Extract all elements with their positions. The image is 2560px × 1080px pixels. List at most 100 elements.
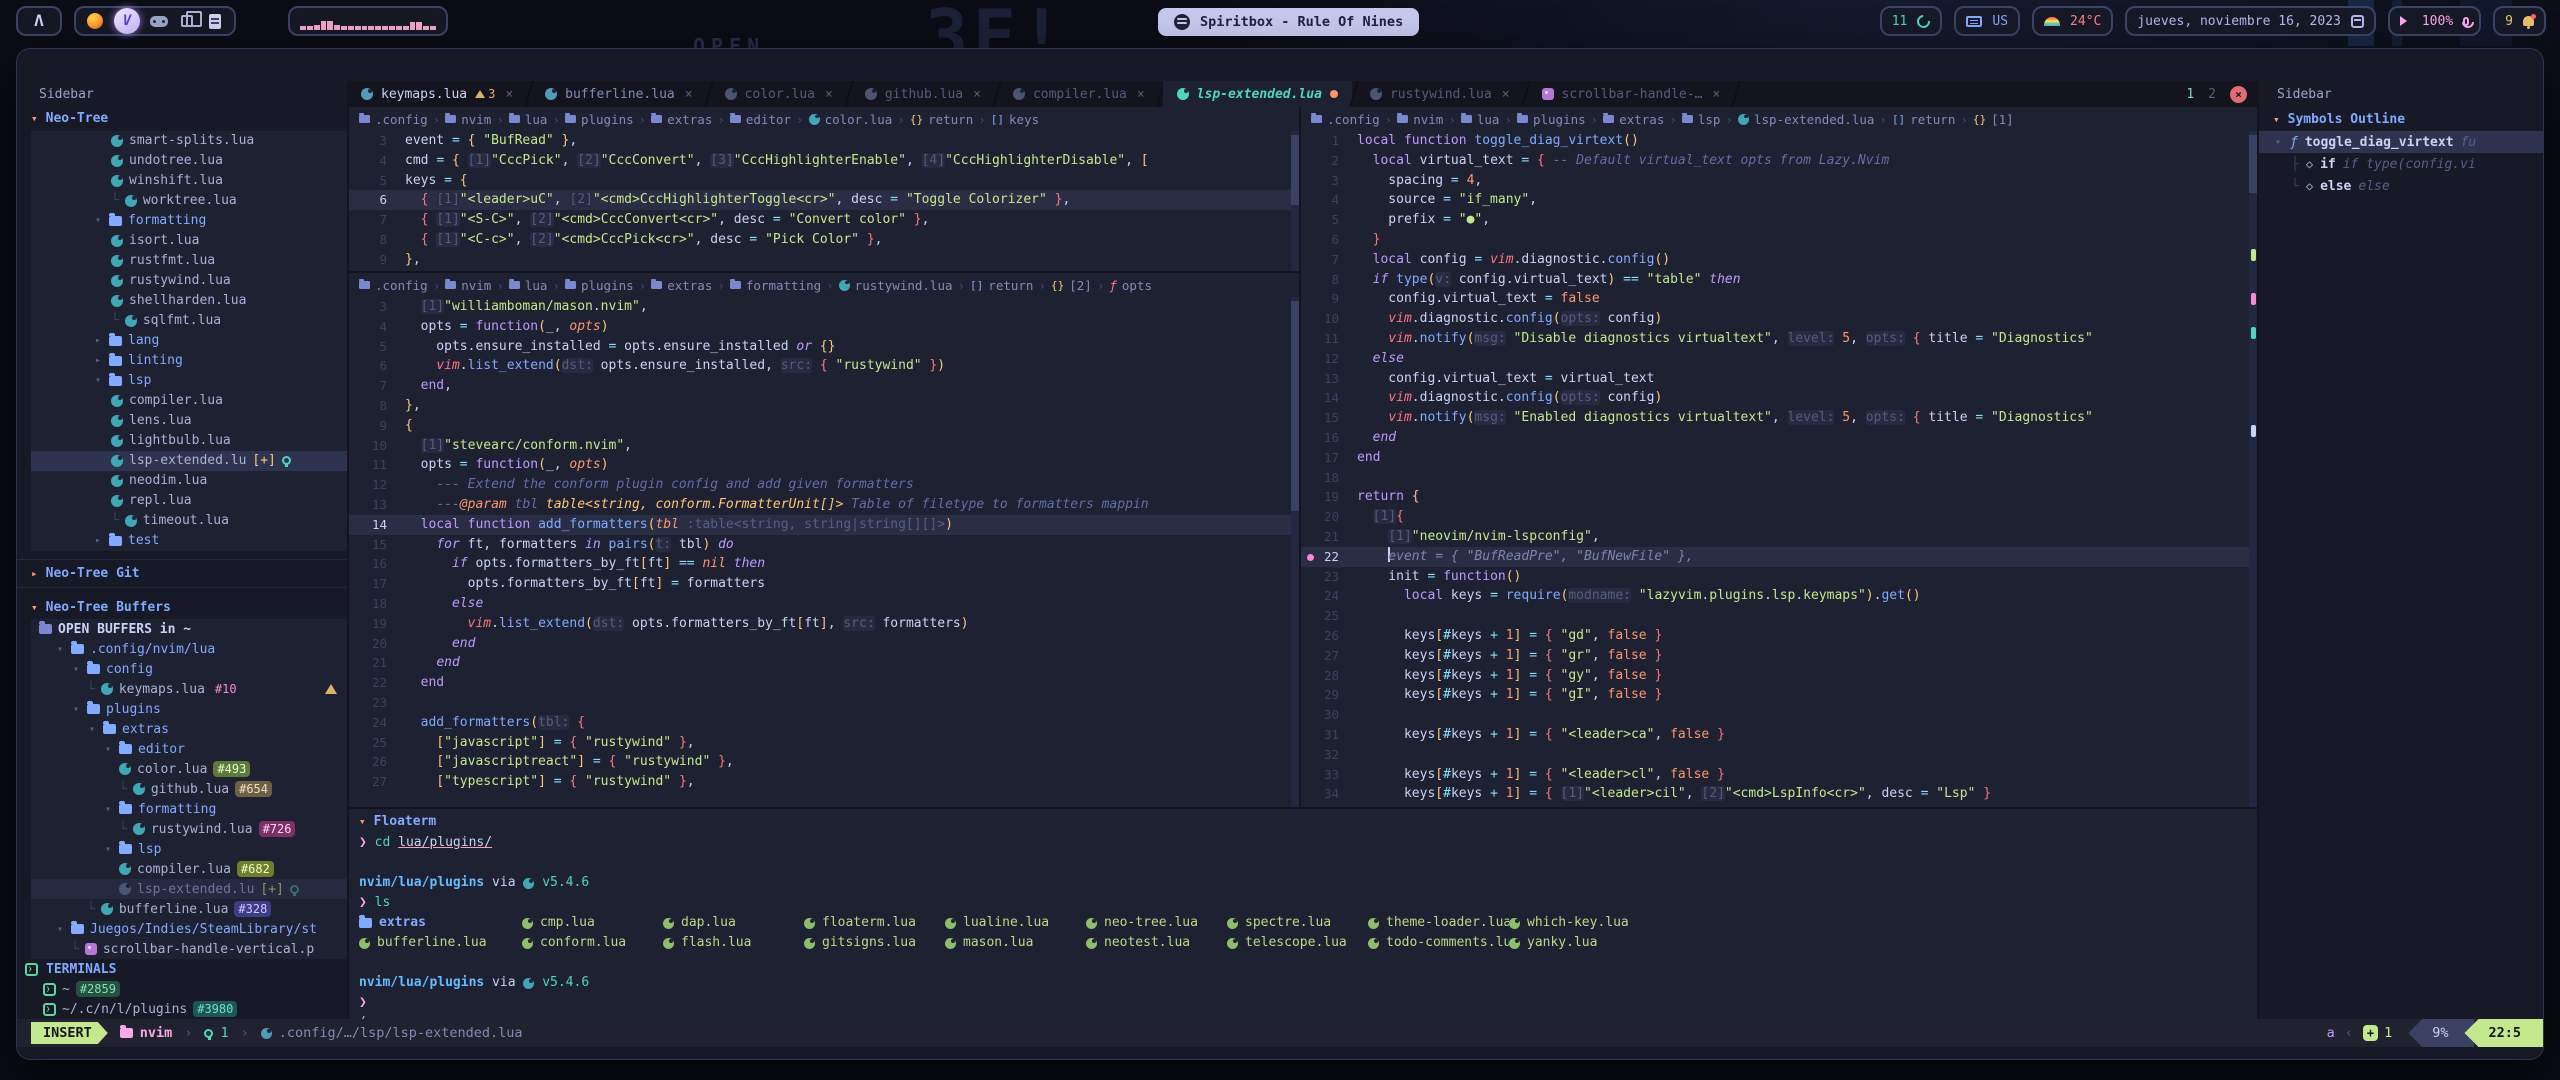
code-line[interactable]: 29 keys[#keys + 1] = { "gI", false } [1301,685,2257,705]
breadcrumb-item[interactable]: lua [509,112,548,127]
tree-item-isort-lua[interactable]: isort.lua [31,231,347,251]
code-line[interactable]: 6 } [1301,230,2257,250]
tree-item-sqlfmt-lua[interactable]: └sqlfmt.lua [31,311,347,331]
code-line[interactable]: 7 { [1]"<S-C>", [2]"<cmd>CccConvert<cr>"… [349,210,1299,230]
code-line[interactable]: 6 { [1]"<leader>uC", [2]"<cmd>CccHighlig… [349,190,1299,210]
terminals-header[interactable]: ❯ TERMINALS [17,959,347,979]
breadcrumb-item[interactable]: formatting [730,278,821,293]
firefox-icon[interactable] [86,12,104,30]
code-line[interactable]: 32 [1301,745,2257,765]
tree-item-plugins[interactable]: ▾plugins [31,699,347,719]
tree-item-rustywind-lua[interactable]: └rustywind.lua#726 [31,819,347,839]
tree-item-juegos-indies-steamlibrary-st[interactable]: ▾Juegos/Indies/SteamLibrary/st [31,919,347,939]
code-line[interactable]: 34 keys[#keys + 1] = { [1]"<leader>cil",… [1301,784,2257,804]
code-line[interactable]: 23 [349,693,1299,713]
tabpage-1[interactable]: 1 [2186,87,2194,102]
scrollbar-handle[interactable] [2249,135,2257,193]
tree-item-editor[interactable]: ▾editor [31,739,347,759]
breadcrumb-item[interactable]: plugins [565,278,634,293]
tree-item-winshift-lua[interactable]: winshift.lua [31,171,347,191]
code-line[interactable]: 19return { [1301,487,2257,507]
tab-lsp-extended-lua[interactable]: lsp-extended.lua [1163,81,1352,107]
breadcrumb-item[interactable]: extras [1603,112,1664,127]
close-all-button[interactable]: × [2230,86,2247,103]
tree-item-repl-lua[interactable]: repl.lua [31,491,347,511]
code-line[interactable]: 27 ["typescript"] = { "rustywind" }, [349,772,1299,792]
code-line[interactable]: 20 end [349,634,1299,654]
code-line[interactable]: 20 [1]{ [1301,507,2257,527]
tab-bufferline-lua[interactable]: bufferline.lua× [531,81,706,107]
breadcrumb-item[interactable]: .config [1311,112,1380,127]
tree-item-linting[interactable]: ▸linting [31,351,347,371]
code-line[interactable]: 11 vim.notify(msg: "Disable diagnostics … [1301,329,2257,349]
code-line[interactable]: 24 local keys = require(modname: "lazyvi… [1301,586,2257,606]
files-icon[interactable] [206,12,224,30]
breadcrumb-item[interactable]: nvim [445,278,491,293]
tree-item-lsp-extended-lu[interactable]: lsp-extended.lu[+] [31,451,347,471]
scrollbar-track[interactable] [1291,131,1299,271]
code-line[interactable]: 4 opts = function(_, opts) [349,317,1299,337]
code-line[interactable]: 31 keys[#keys + 1] = { "<leader>ca", fal… [1301,725,2257,745]
tree-item-scrollbar-handle-vertical-p[interactable]: └scrollbar-handle-vertical.p [31,939,347,959]
code-line[interactable]: 23 init = function() [1301,567,2257,587]
code-line[interactable]: 12 --- Extend the conform plugin config … [349,475,1299,495]
breadcrumb-item[interactable]: lua [1461,112,1500,127]
tree-item-config[interactable]: ▾config [31,659,347,679]
gamepad-icon[interactable] [150,12,168,30]
tab-close-button[interactable]: × [1710,87,1720,102]
code-line[interactable]: 21 [1]"neovim/nvim-lspconfig", [1301,527,2257,547]
code-line[interactable]: 28 keys[#keys + 1] = { "gy", false } [1301,666,2257,686]
code-line[interactable]: 5 prefix = "●", [1301,210,2257,230]
code-line[interactable]: 33 keys[#keys + 1] = { "<leader>cl", fal… [1301,765,2257,785]
code-line[interactable]: 9}, [349,250,1299,270]
code-line[interactable]: 5keys = { [349,171,1299,191]
scrollbar-track[interactable] [1291,297,1299,807]
terminal-entry[interactable]: ❯~#2859 [17,979,347,999]
code-line[interactable]: 13 ---@param tbl table<string, conform.F… [349,495,1299,515]
breadcrumb-item[interactable]: rustywind.lua [839,278,953,293]
code-line[interactable]: 22 end [349,673,1299,693]
code-line[interactable]: 18 else [349,594,1299,614]
breadcrumb-item[interactable]: []return [970,278,1033,293]
code-line[interactable]: 21 end [349,653,1299,673]
tree-item-neodim-lua[interactable]: neodim.lua [31,471,347,491]
neo-tree-buffers-header[interactable]: ▾ Neo-Tree Buffers [17,596,347,620]
breadcrumb-item[interactable]: {}[1] [1973,112,2014,127]
breadcrumb-item[interactable]: plugins [565,112,634,127]
notifications-widget[interactable]: 9 [2493,6,2546,36]
code-line[interactable]: 17 opts.formatters_by_ft[ft] = formatter… [349,574,1299,594]
tree-item-lsp-extended-lu[interactable]: lsp-extended.lu[+] [31,879,347,899]
breadcrumb-item[interactable]: lsp-extended.lua [1738,112,1874,127]
code-line[interactable]: 27 keys[#keys + 1] = { "gr", false } [1301,646,2257,666]
code-line[interactable]: 12 else [1301,349,2257,369]
tab-scrollbar-handle-[interactable]: scrollbar-handle-…× [1528,81,1735,107]
code-line[interactable]: 26 ["javascriptreact"] = { "rustywind" }… [349,752,1299,772]
tree-item-rustfmt-lua[interactable]: rustfmt.lua [31,251,347,271]
breadcrumb-item[interactable]: .config [359,278,428,293]
tab-close-button[interactable]: × [1135,87,1145,102]
tree-item-compiler-lua[interactable]: compiler.lua [31,391,347,411]
breadcrumb-item[interactable]: []keys [991,112,1039,127]
code-line[interactable]: 11 opts = function(_, opts) [349,455,1299,475]
code-line[interactable]: 15 for ft, formatters in pairs(t: tbl) d… [349,535,1299,555]
tree-item-lightbulb-lua[interactable]: lightbulb.lua [31,431,347,451]
breadcrumb-item[interactable]: lsp [1682,112,1721,127]
symbol-item-else[interactable]: └◇elseelse [2259,175,2543,197]
tab-color-lua[interactable]: color.lua× [711,81,847,107]
breadcrumb-item[interactable]: color.lua [809,112,893,127]
tab-close-button[interactable]: × [823,87,833,102]
code-line[interactable]: 16 end [1301,428,2257,448]
tree-item-formatting[interactable]: ▾formatting [31,211,347,231]
tab-close-button[interactable]: × [1500,87,1510,102]
vivaldi-icon[interactable]: V [114,8,140,34]
tree-item-lsp[interactable]: ▾lsp [31,839,347,859]
code-line[interactable]: 9{ [349,416,1299,436]
tab-close-button[interactable]: × [683,87,693,102]
tree-item-lsp[interactable]: ▾lsp [31,371,347,391]
tree-item-bufferline-lua[interactable]: └bufferline.lua#328 [31,899,347,919]
symbol-item-if[interactable]: ├◇ifif type(config.vi [2259,153,2543,175]
tree-item-timeout-lua[interactable]: └timeout.lua [31,511,347,531]
tree-item--config-nvim-lua[interactable]: ▾.config/nvim/lua [31,639,347,659]
code-line[interactable]: 16 if opts.formatters_by_ft[ft] == nil t… [349,554,1299,574]
clock-widget[interactable]: jueves, noviembre 16, 2023 [2125,6,2376,36]
